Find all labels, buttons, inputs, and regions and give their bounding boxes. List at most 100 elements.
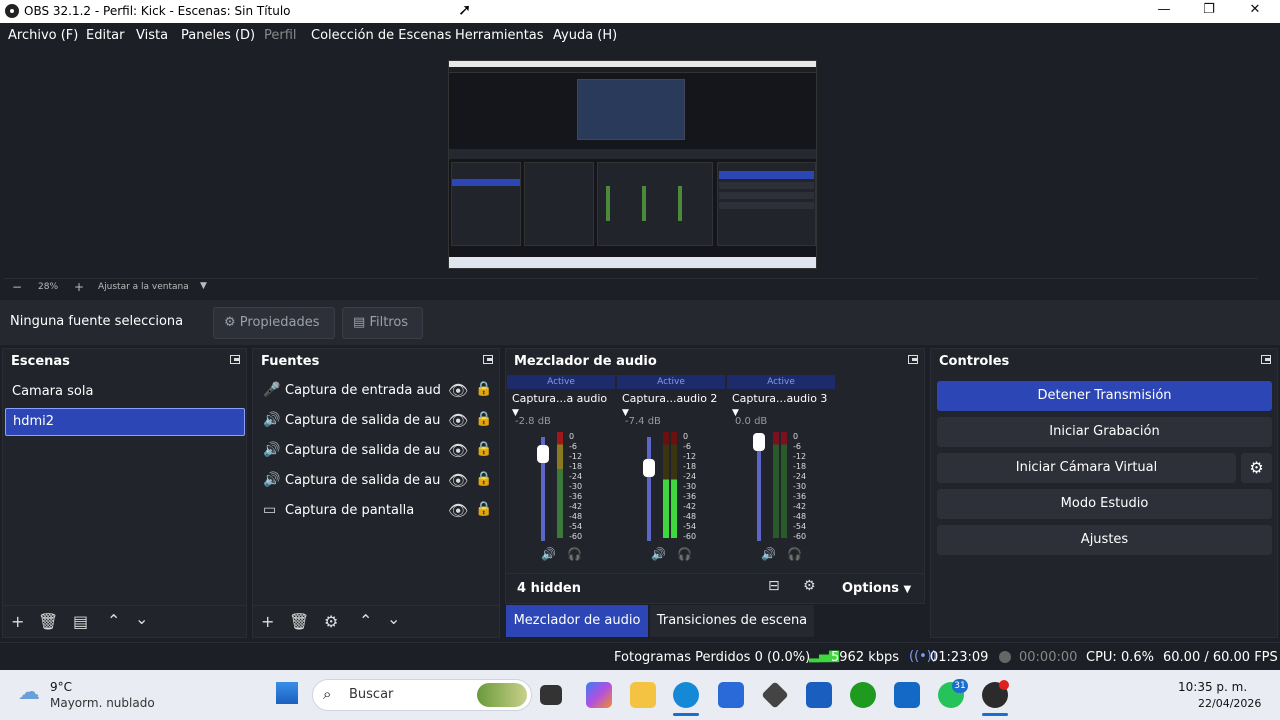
- volume-fader-track[interactable]: [647, 437, 651, 541]
- stop-streaming-button[interactable]: Detener Transmisión: [937, 381, 1272, 411]
- source-item[interactable]: 🔊 Captura de salida de audio 👁 🔒: [253, 471, 499, 501]
- menu-file[interactable]: Archivo (F): [8, 28, 78, 43]
- weather-icon[interactable]: ☁: [18, 680, 40, 705]
- zoom-in-button[interactable]: +: [74, 280, 84, 294]
- zoom-level: 28%: [38, 282, 59, 292]
- virtual-camera-settings-button[interactable]: ⚙: [1241, 453, 1272, 483]
- move-down-icon[interactable]: ⌄: [135, 609, 148, 628]
- filters-button[interactable]: ▤ Filtros: [342, 307, 423, 339]
- speaker-icon[interactable]: 🔊: [761, 547, 776, 561]
- float-icon[interactable]: [1261, 355, 1271, 364]
- headphones-muted-icon[interactable]: 🎧: [787, 547, 802, 561]
- menu-view[interactable]: Vista: [136, 28, 168, 43]
- layout-icon[interactable]: ⊟: [768, 578, 780, 594]
- move-down-icon[interactable]: ⌄: [387, 609, 400, 628]
- menu-scene-collection[interactable]: Colección de Escenas: [311, 28, 451, 43]
- volume-fader-handle[interactable]: [537, 445, 549, 463]
- options-dropdown[interactable]: Options ▼: [842, 581, 911, 596]
- minimize-button[interactable]: —: [1149, 2, 1179, 20]
- speaker-icon[interactable]: 🔊: [651, 547, 666, 561]
- add-icon[interactable]: +: [11, 612, 24, 631]
- azure-icon[interactable]: [806, 682, 832, 708]
- chevron-down-icon: ▼: [903, 584, 912, 595]
- channel-status: Active: [727, 375, 835, 389]
- source-item[interactable]: 🎤 Captura de entrada audio 👁 🔒: [253, 381, 499, 411]
- channel-name[interactable]: Captura...audio 2 ▼: [622, 392, 726, 418]
- tab-audio-mixer[interactable]: Mezclador de audio: [506, 605, 648, 637]
- menu-tools[interactable]: Herramientas: [455, 28, 544, 43]
- channel-name[interactable]: Captura...a audio ▼: [512, 392, 616, 418]
- lock-icon[interactable]: 🔒: [475, 501, 492, 517]
- close-button[interactable]: ✕: [1240, 2, 1270, 20]
- channel-name-label: Captura...audio 2: [622, 392, 718, 405]
- headphones-muted-icon[interactable]: 🎧: [677, 547, 692, 561]
- db-scale: 0 -6 -12 -18 -24 -30 -36 -42 -48 -54 -60: [793, 432, 807, 541]
- trash-icon[interactable]: 🗑: [289, 612, 309, 631]
- move-up-icon[interactable]: ⌃: [107, 611, 120, 630]
- source-item[interactable]: 🔊 Captura de salida de audio 👁 🔒: [253, 411, 499, 441]
- filter-icon[interactable]: ▤: [73, 612, 88, 631]
- gear-icon[interactable]: ⚙: [324, 612, 338, 631]
- menu-docks[interactable]: Paneles (D): [181, 28, 255, 43]
- options-label: Options: [842, 581, 899, 596]
- outlook-icon[interactable]: [894, 682, 920, 708]
- clock-date[interactable]: 22/04/2026: [1198, 697, 1261, 710]
- move-up-icon[interactable]: ⌃: [359, 611, 372, 630]
- weather-desc[interactable]: Mayorm. nublado: [50, 696, 155, 710]
- whatsapp-badge: 31: [952, 679, 968, 693]
- start-recording-button[interactable]: Iniciar Grabación: [937, 417, 1272, 447]
- clock-time[interactable]: 10:35 p. m.: [1178, 680, 1247, 694]
- volume-fader-handle[interactable]: [643, 459, 655, 477]
- volume-fader-track[interactable]: [757, 437, 761, 541]
- mixer-channel: Active Captura...audio 2 ▼ -7.4 dB 0 -6 -1…: [617, 375, 726, 571]
- tab-scene-transitions[interactable]: Transiciones de escena: [650, 605, 814, 637]
- menu-edit[interactable]: Editar: [86, 28, 125, 43]
- hidden-count[interactable]: 4 hidden: [517, 581, 581, 596]
- xbox-icon[interactable]: [850, 682, 876, 708]
- eye-icon[interactable]: 👁: [448, 411, 468, 430]
- gears-icon[interactable]: ⚙: [803, 578, 816, 594]
- eye-icon[interactable]: 👁: [448, 501, 468, 520]
- app-icon[interactable]: [761, 681, 789, 709]
- add-icon[interactable]: +: [261, 612, 274, 631]
- float-icon[interactable]: [230, 355, 240, 364]
- eye-icon[interactable]: 👁: [448, 441, 468, 460]
- properties-button[interactable]: ⚙ Propiedades: [213, 307, 335, 339]
- menu-profile[interactable]: Perfil: [264, 28, 297, 43]
- source-item[interactable]: 🔊 Captura de salida de audio 👁 🔒: [253, 441, 499, 471]
- float-icon[interactable]: [483, 355, 493, 364]
- source-item[interactable]: ▭ Captura de pantalla 👁 🔒: [253, 501, 499, 531]
- trash-icon[interactable]: 🗑: [38, 612, 58, 631]
- task-view-icon[interactable]: [540, 685, 562, 705]
- volume-fader-handle[interactable]: [753, 433, 765, 451]
- speaker-icon[interactable]: 🔊: [541, 547, 556, 561]
- channel-name[interactable]: Captura...audio 3 ▼: [732, 392, 836, 418]
- settings-button[interactable]: Ajustes: [937, 525, 1272, 555]
- menu-help[interactable]: Ayuda (H): [553, 28, 617, 43]
- lock-icon[interactable]: 🔒: [475, 411, 492, 427]
- zoom-out-button[interactable]: −: [12, 280, 22, 294]
- float-icon[interactable]: [908, 355, 918, 364]
- copilot-icon[interactable]: [586, 682, 612, 708]
- lock-icon[interactable]: 🔒: [475, 441, 492, 457]
- eye-icon[interactable]: 👁: [448, 471, 468, 490]
- headphones-muted-icon[interactable]: 🎧: [567, 547, 582, 561]
- maximize-button[interactable]: ❐: [1194, 2, 1224, 20]
- lock-icon[interactable]: 🔒: [475, 381, 492, 397]
- start-virtual-camera-button[interactable]: Iniciar Cámara Virtual: [937, 453, 1236, 483]
- scene-item-selected[interactable]: hdmi2: [5, 408, 245, 436]
- chevron-down-icon[interactable]: ▼: [200, 281, 207, 291]
- file-explorer-icon[interactable]: [630, 682, 656, 708]
- active-indicator: [673, 713, 699, 716]
- search-box[interactable]: ⌕ Buscar: [312, 679, 532, 711]
- edge-icon[interactable]: [673, 682, 699, 708]
- studio-mode-button[interactable]: Modo Estudio: [937, 489, 1272, 519]
- store-icon[interactable]: [718, 682, 744, 708]
- menu-bar: Archivo (F) Editar Vista Paneles (D) Per…: [0, 23, 1280, 50]
- scene-item[interactable]: Camara sola: [12, 384, 93, 399]
- weather-temp[interactable]: 9°C: [50, 680, 72, 694]
- lock-icon[interactable]: 🔒: [475, 471, 492, 487]
- eye-icon[interactable]: 👁: [448, 381, 468, 400]
- windows-start-icon[interactable]: [276, 682, 298, 704]
- fit-window-label[interactable]: Ajustar a la ventana: [98, 282, 189, 292]
